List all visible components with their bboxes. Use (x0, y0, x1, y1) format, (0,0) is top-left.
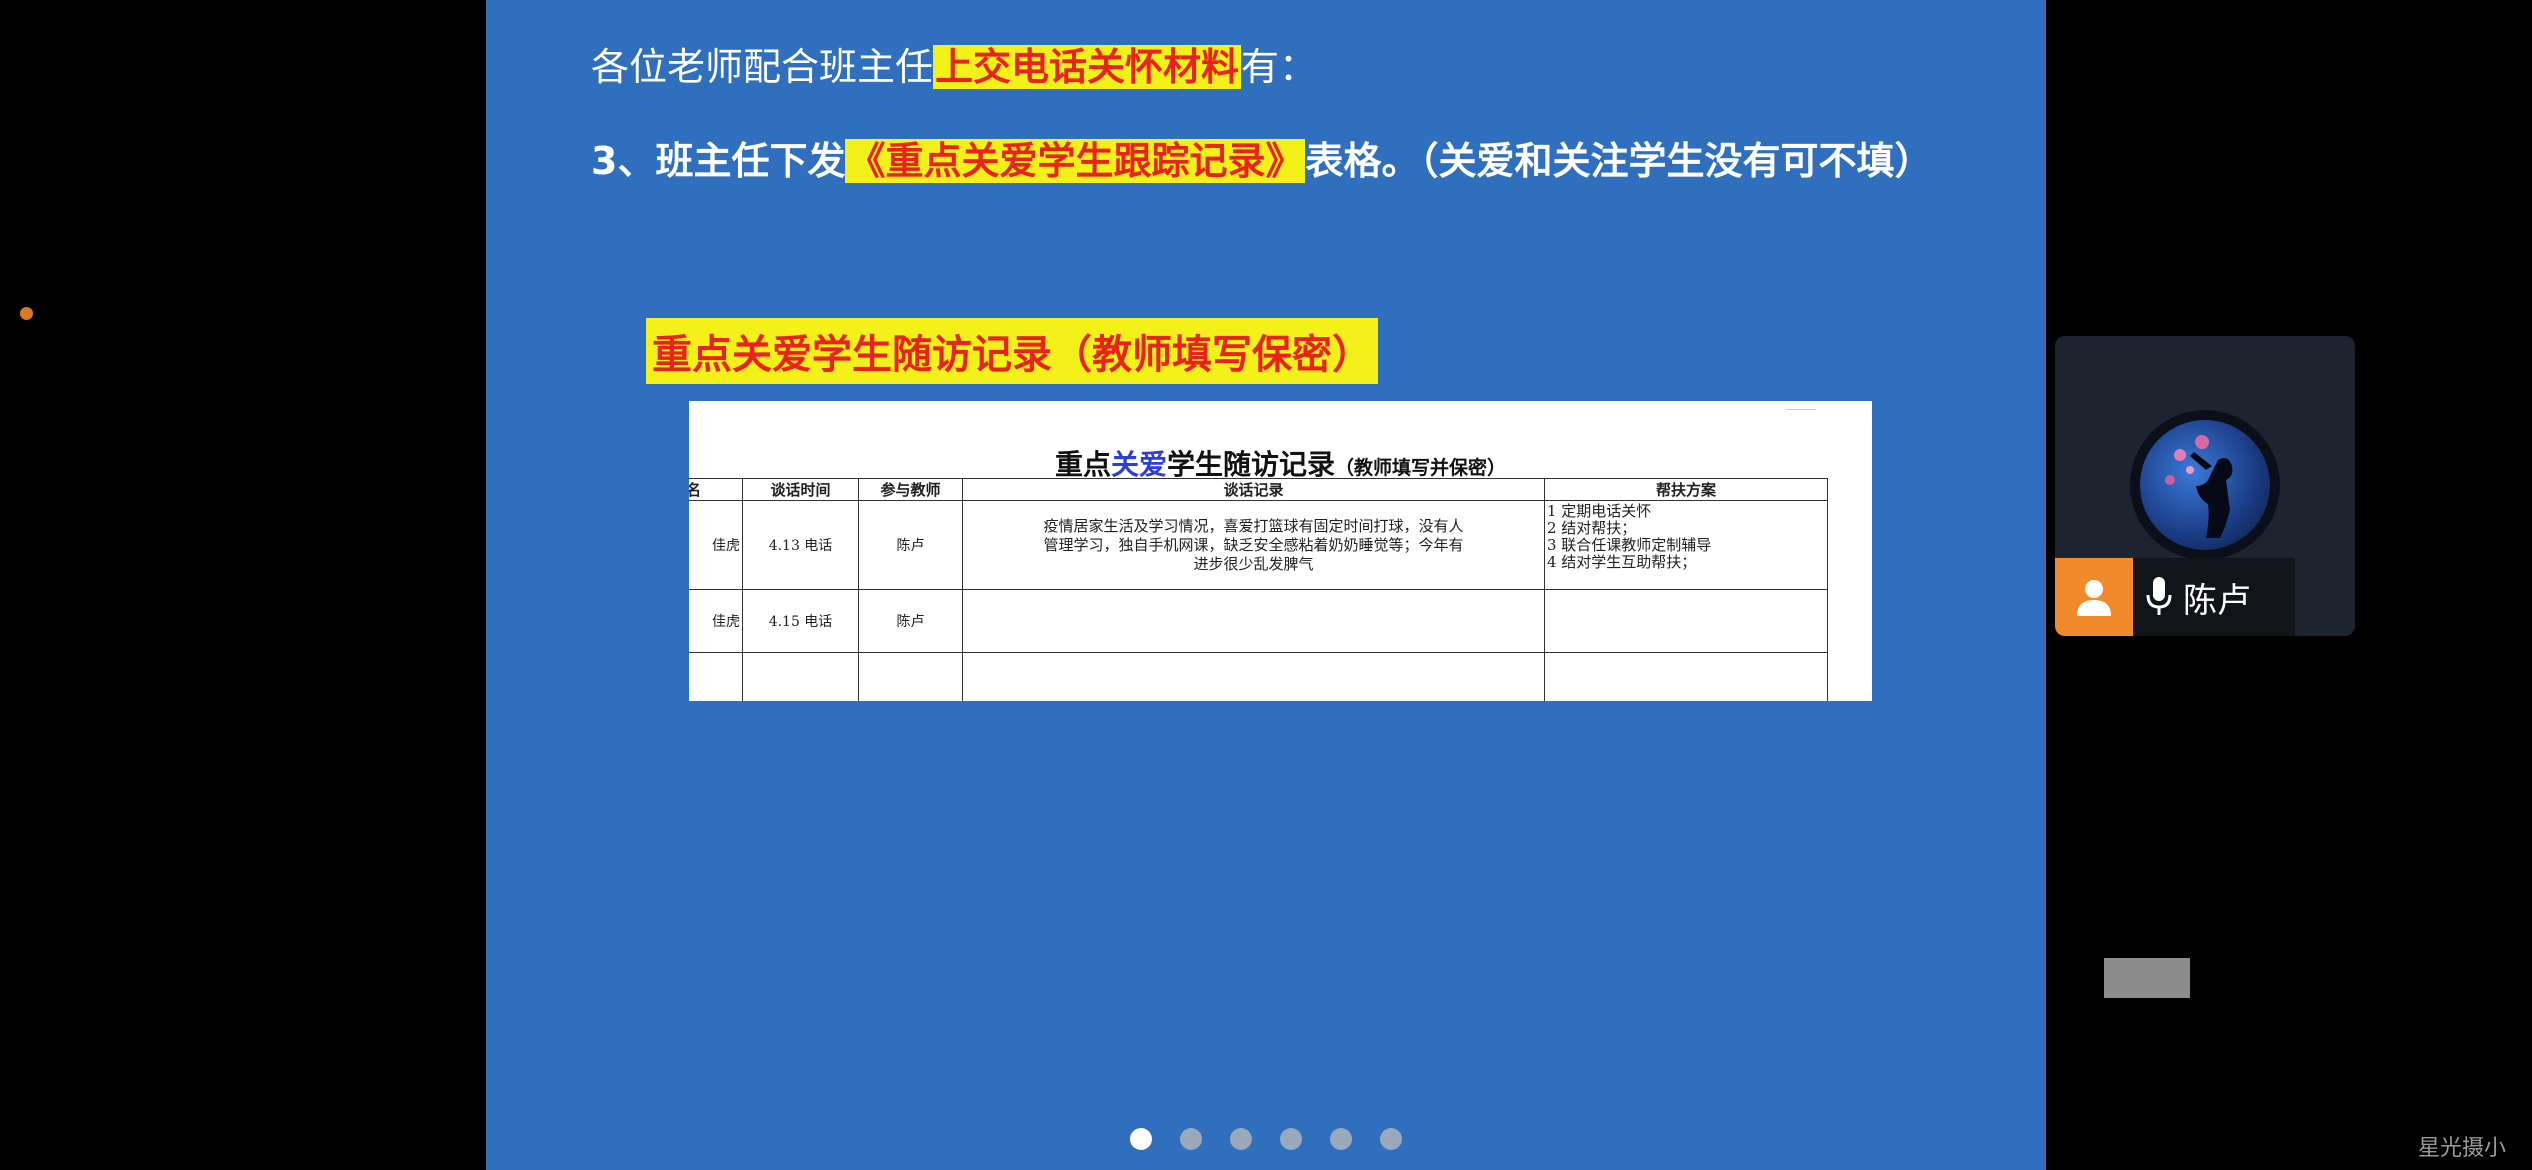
cell-empty (742, 652, 859, 701)
plan-line: 2 结对帮扶； (1547, 519, 1637, 537)
header-name: 姓名 (689, 478, 743, 501)
slide-subheading: 重点关爱学生随访记录（教师填写保密） (646, 318, 1378, 384)
table-row (689, 652, 1828, 701)
line2-prefix: 3、班主任下发 (591, 139, 846, 183)
document-title: 重点关爱学生随访记录（教师填写并保密） (689, 443, 1872, 483)
avatar-silhouette-icon (2165, 435, 2233, 538)
cell-record (962, 589, 1545, 653)
line2-suffix: 表格。（关爱和关注学生没有可不填） (1305, 139, 1933, 183)
page-dot-3[interactable] (1230, 1128, 1252, 1150)
microphone-icon[interactable] (2145, 575, 2173, 619)
document-corner-mark (1786, 401, 1816, 410)
cell-time: 4.15 电话 (742, 589, 859, 653)
table-row: 佳虎 4.15 电话 陈卢 (689, 589, 1828, 653)
record-line: 进步很少乱发脾气 (1193, 554, 1314, 573)
cell-empty (1544, 652, 1828, 701)
cell-name: 佳虎 (689, 589, 743, 653)
title-part-1: 重点 (1054, 448, 1111, 481)
cell-empty (689, 652, 743, 701)
page-dot-1[interactable] (1130, 1128, 1152, 1150)
record-line: 管理学习，独自手机网课，缺乏安全感粘着奶奶睡觉等；今年有 (1043, 535, 1464, 554)
plan-line: 4 结对学生互助帮扶； (1547, 553, 1697, 571)
watermark: 星光摄小 (2418, 1136, 2507, 1161)
embedded-document-image: 重点关爱学生随访记录（教师填写并保密） 姓名 谈话时间 参与教师 谈话记录 帮扶… (689, 401, 1872, 701)
header-teacher: 参与教师 (858, 478, 963, 501)
slide-line-2: 3、班主任下发《重点关爱学生跟踪记录》表格。（关爱和关注学生没有可不填） (591, 130, 1932, 185)
followup-table: 姓名 谈话时间 参与教师 谈话记录 帮扶方案 佳虎 4.13 电话 陈卢 疫情居… (689, 478, 1828, 701)
cell-empty (858, 652, 963, 701)
cell-teacher: 陈卢 (858, 500, 963, 590)
avatar (2130, 410, 2280, 560)
presentation-slide: 各位老师配合班主任上交电话关怀材料有： 3、班主任下发《重点关爱学生跟踪记录》表… (486, 0, 2046, 1170)
table-row: 佳虎 4.13 电话 陈卢 疫情居家生活及学习情况，喜爱打篮球有固定时间打球，没… (689, 500, 1828, 590)
title-part-3: 学生随访记录 (1167, 448, 1336, 481)
title-note: （教师填写并保密） (1335, 457, 1507, 479)
page-dot-4[interactable] (1280, 1128, 1302, 1150)
plan-line: 3 联合任课教师定制辅导 (1547, 536, 1712, 554)
cell-empty (962, 652, 1545, 701)
cell-plan (1544, 589, 1828, 653)
avatar-image (2140, 420, 2270, 550)
status-dot (20, 307, 33, 320)
cell-name: 佳虎 (689, 500, 743, 590)
participant-name-box: 陈卢 (2133, 558, 2295, 636)
line1-prefix: 各位老师配合班主任 (591, 45, 934, 89)
header-time: 谈话时间 (742, 478, 859, 501)
line1-suffix: 有： (1241, 45, 1318, 89)
header-record: 谈话记录 (962, 478, 1545, 501)
person-icon (2055, 558, 2133, 636)
page-dot-5[interactable] (1330, 1128, 1352, 1150)
page-dot-2[interactable] (1180, 1128, 1202, 1150)
line1-highlight: 上交电话关怀材料 (933, 45, 1242, 89)
record-line: 疫情居家生活及学习情况，喜爱打篮球有固定时间打球，没有人 (1043, 516, 1464, 535)
cell-teacher: 陈卢 (858, 589, 963, 653)
plan-line: 1 定期电话关怀 (1547, 502, 1652, 520)
participant-name-bar: 陈卢 (2055, 558, 2295, 636)
page-dot-6[interactable] (1380, 1128, 1402, 1150)
cell-record: 疫情居家生活及学习情况，喜爱打篮球有固定时间打球，没有人 管理学习，独自手机网课… (962, 500, 1545, 590)
page-indicator (486, 1128, 2046, 1150)
line2-highlight: 《重点关爱学生跟踪记录》 (845, 139, 1306, 183)
participant-name: 陈卢 (2183, 580, 2251, 621)
cell-plan: 1 定期电话关怀 2 结对帮扶； 3 联合任课教师定制辅导 4 结对学生互助帮扶… (1544, 500, 1828, 590)
participant-video-tile[interactable]: 陈卢 (2055, 336, 2355, 636)
header-plan: 帮扶方案 (1544, 478, 1828, 501)
table-header-row: 姓名 谈话时间 参与教师 谈话记录 帮扶方案 (689, 478, 1828, 501)
slide-line-1: 各位老师配合班主任上交电话关怀材料有： (591, 36, 1317, 91)
cell-time: 4.13 电话 (742, 500, 859, 590)
grey-placeholder-box (2104, 958, 2190, 998)
title-part-2: 关爱 (1110, 448, 1167, 481)
